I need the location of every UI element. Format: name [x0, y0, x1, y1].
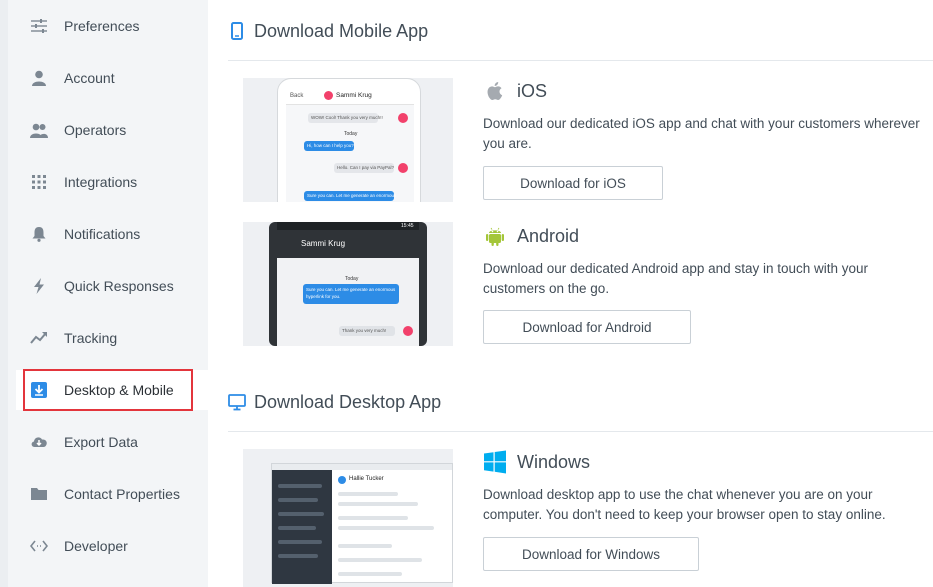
chat-message: Hi, how can I help you? [307, 143, 354, 148]
sidebar-item-label: Integrations [64, 174, 138, 190]
sidebar-item-label: Notifications [64, 226, 141, 242]
android-icon [483, 224, 507, 248]
cloud-download-icon [30, 434, 48, 450]
sidebar-item-label: Preferences [64, 18, 140, 34]
section-title: Download Desktop App [254, 391, 442, 412]
bell-icon [30, 226, 48, 242]
platform-name: Android [517, 225, 580, 246]
sidebar-item-label: Operators [64, 122, 127, 138]
bolt-icon [30, 278, 48, 294]
windows-icon [483, 450, 507, 474]
sidebar-item-label: Account [64, 70, 115, 86]
chat-message: Hello. Can I pay via PayPal? [337, 165, 395, 170]
ios-app-screenshot: Back Sammi Krug WOW! Cool! Thank you ver… [243, 78, 453, 202]
mobile-section-header: Download Mobile App [228, 16, 428, 46]
android-platform: Android Download our dedicated Android a… [483, 223, 933, 299]
sidebar-item-label: Contact Properties [64, 486, 180, 502]
android-app-screenshot: 15:45 Sammi Krug Today Sure you can. Let… [243, 222, 453, 346]
download-android-button[interactable]: Download for Android [483, 310, 691, 344]
sidebar-item-desktop-mobile[interactable]: Desktop & Mobile [16, 370, 216, 410]
sidebar-item-notifications[interactable]: Notifications [16, 214, 216, 254]
platform-name: Windows [517, 451, 591, 472]
users-icon [30, 122, 48, 138]
status-time: 15:45 [401, 223, 414, 229]
sidebar-item-export-data[interactable]: Export Data [16, 422, 216, 462]
trend-icon [30, 330, 48, 346]
section-divider [228, 60, 933, 61]
download-ios-button[interactable]: Download for iOS [483, 166, 663, 200]
desktop-app-mockup: Hallie Tucker [271, 463, 453, 584]
sidebar-item-developer[interactable]: Developer [16, 526, 216, 566]
sidebar-item-label: Quick Responses [64, 278, 174, 294]
chat-message: Thank you very much! [342, 328, 387, 333]
code-icon [30, 538, 48, 554]
desktop-section-header: Download Desktop App [228, 387, 441, 417]
sidebar-item-preferences[interactable]: Preferences [16, 6, 216, 46]
user-icon [30, 70, 48, 86]
windows-app-screenshot: Hallie Tucker [243, 449, 453, 587]
section-divider [228, 431, 933, 432]
sidebar-item-label: Developer [64, 538, 128, 554]
chat-contact: Sammi Krug [301, 239, 346, 248]
mobile-phone-icon [228, 22, 246, 40]
windows-platform: Windows Download desktop app to use the … [483, 449, 933, 525]
chat-message: WOW! Cool! Thank you very much!! [311, 115, 383, 120]
sidebar-item-label: Export Data [64, 434, 138, 450]
sidebar-item-tracking[interactable]: Tracking [16, 318, 216, 358]
platform-description: Download our dedicated Android app and s… [483, 261, 869, 296]
download-box-icon [30, 382, 48, 398]
sidebar-item-label: Tracking [64, 330, 118, 346]
settings-app: Preferences Account Operators Integratio… [0, 0, 933, 587]
chat-day: Today [344, 131, 358, 137]
settings-sidebar: Preferences Account Operators Integratio… [0, 0, 216, 587]
platform-name: iOS [517, 80, 548, 101]
android-phone-mockup: 15:45 Sammi Krug Today Sure you can. Let… [269, 222, 427, 346]
chat-message: Sure you can. Let me generate an enormou… [307, 193, 397, 198]
sidebar-item-account[interactable]: Account [16, 58, 216, 98]
chat-day: Today [345, 276, 359, 282]
sidebar-item-operators[interactable]: Operators [16, 110, 216, 150]
main-content: Download Mobile App Back Sammi Krug WOW!… [208, 0, 933, 587]
apple-icon [483, 79, 507, 103]
ios-platform: iOS Download our dedicated iOS app and c… [483, 78, 933, 154]
platform-description: Download desktop app to use the chat whe… [483, 487, 886, 522]
chat-message: Sure you can. Let me generate an enormou… [306, 287, 396, 299]
sidebar-item-contact-properties[interactable]: Contact Properties [16, 474, 216, 514]
folder-icon [30, 486, 48, 502]
monitor-icon [228, 393, 246, 411]
sidebar-item-quick-responses[interactable]: Quick Responses [16, 266, 216, 306]
grid-icon [30, 174, 48, 190]
sidebar-item-label: Desktop & Mobile [64, 382, 174, 398]
chat-contact: Sammi Krug [336, 92, 372, 99]
platform-description: Download our dedicated iOS app and chat … [483, 116, 920, 151]
chat-contact: Hallie Tucker [349, 476, 384, 482]
sidebar-item-integrations[interactable]: Integrations [16, 162, 216, 202]
download-windows-button[interactable]: Download for Windows [483, 537, 699, 571]
sliders-icon [30, 18, 48, 34]
iphone-mockup: Back Sammi Krug WOW! Cool! Thank you ver… [277, 78, 421, 202]
section-title: Download Mobile App [254, 20, 429, 41]
back-label: Back [290, 93, 304, 99]
